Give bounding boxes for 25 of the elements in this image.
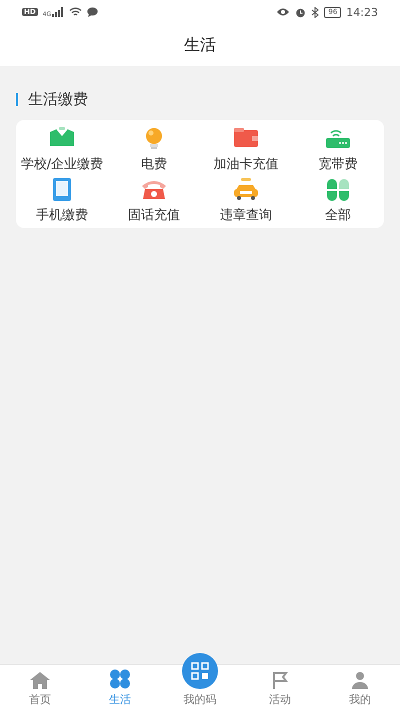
service-label[interactable]: 宽带费 <box>318 155 358 173</box>
wifi-icon <box>69 7 82 17</box>
alarm-icon <box>295 6 306 18</box>
car-icon <box>232 177 260 202</box>
section-title: 生活缴费 <box>28 90 88 109</box>
clock: 14:23 <box>346 6 378 18</box>
service-label[interactable]: 电费 <box>141 155 167 173</box>
tab[interactable]: 活动 <box>240 665 320 711</box>
page-title: 生活 <box>184 34 216 56</box>
signal-icon <box>52 7 64 17</box>
service-label[interactable]: 加油卡充值 <box>214 155 278 173</box>
tab[interactable]: 首页 <box>0 665 80 711</box>
service-label[interactable]: 固话充值 <box>128 206 180 224</box>
service-label[interactable]: 手机缴费 <box>36 206 88 224</box>
section-marker <box>16 93 18 106</box>
tab[interactable]: 我的码 <box>160 651 240 711</box>
service-label[interactable]: 学校/企业缴费 <box>20 155 104 173</box>
service-label[interactable]: 全部 <box>325 206 351 224</box>
home-icon <box>29 671 51 689</box>
tab[interactable]: 我的 <box>320 665 400 711</box>
person-icon <box>349 671 371 689</box>
service-label[interactable]: 违章查询 <box>220 206 272 224</box>
bluetooth-icon <box>311 6 320 18</box>
eye-icon <box>276 7 290 17</box>
message-icon <box>87 7 98 17</box>
